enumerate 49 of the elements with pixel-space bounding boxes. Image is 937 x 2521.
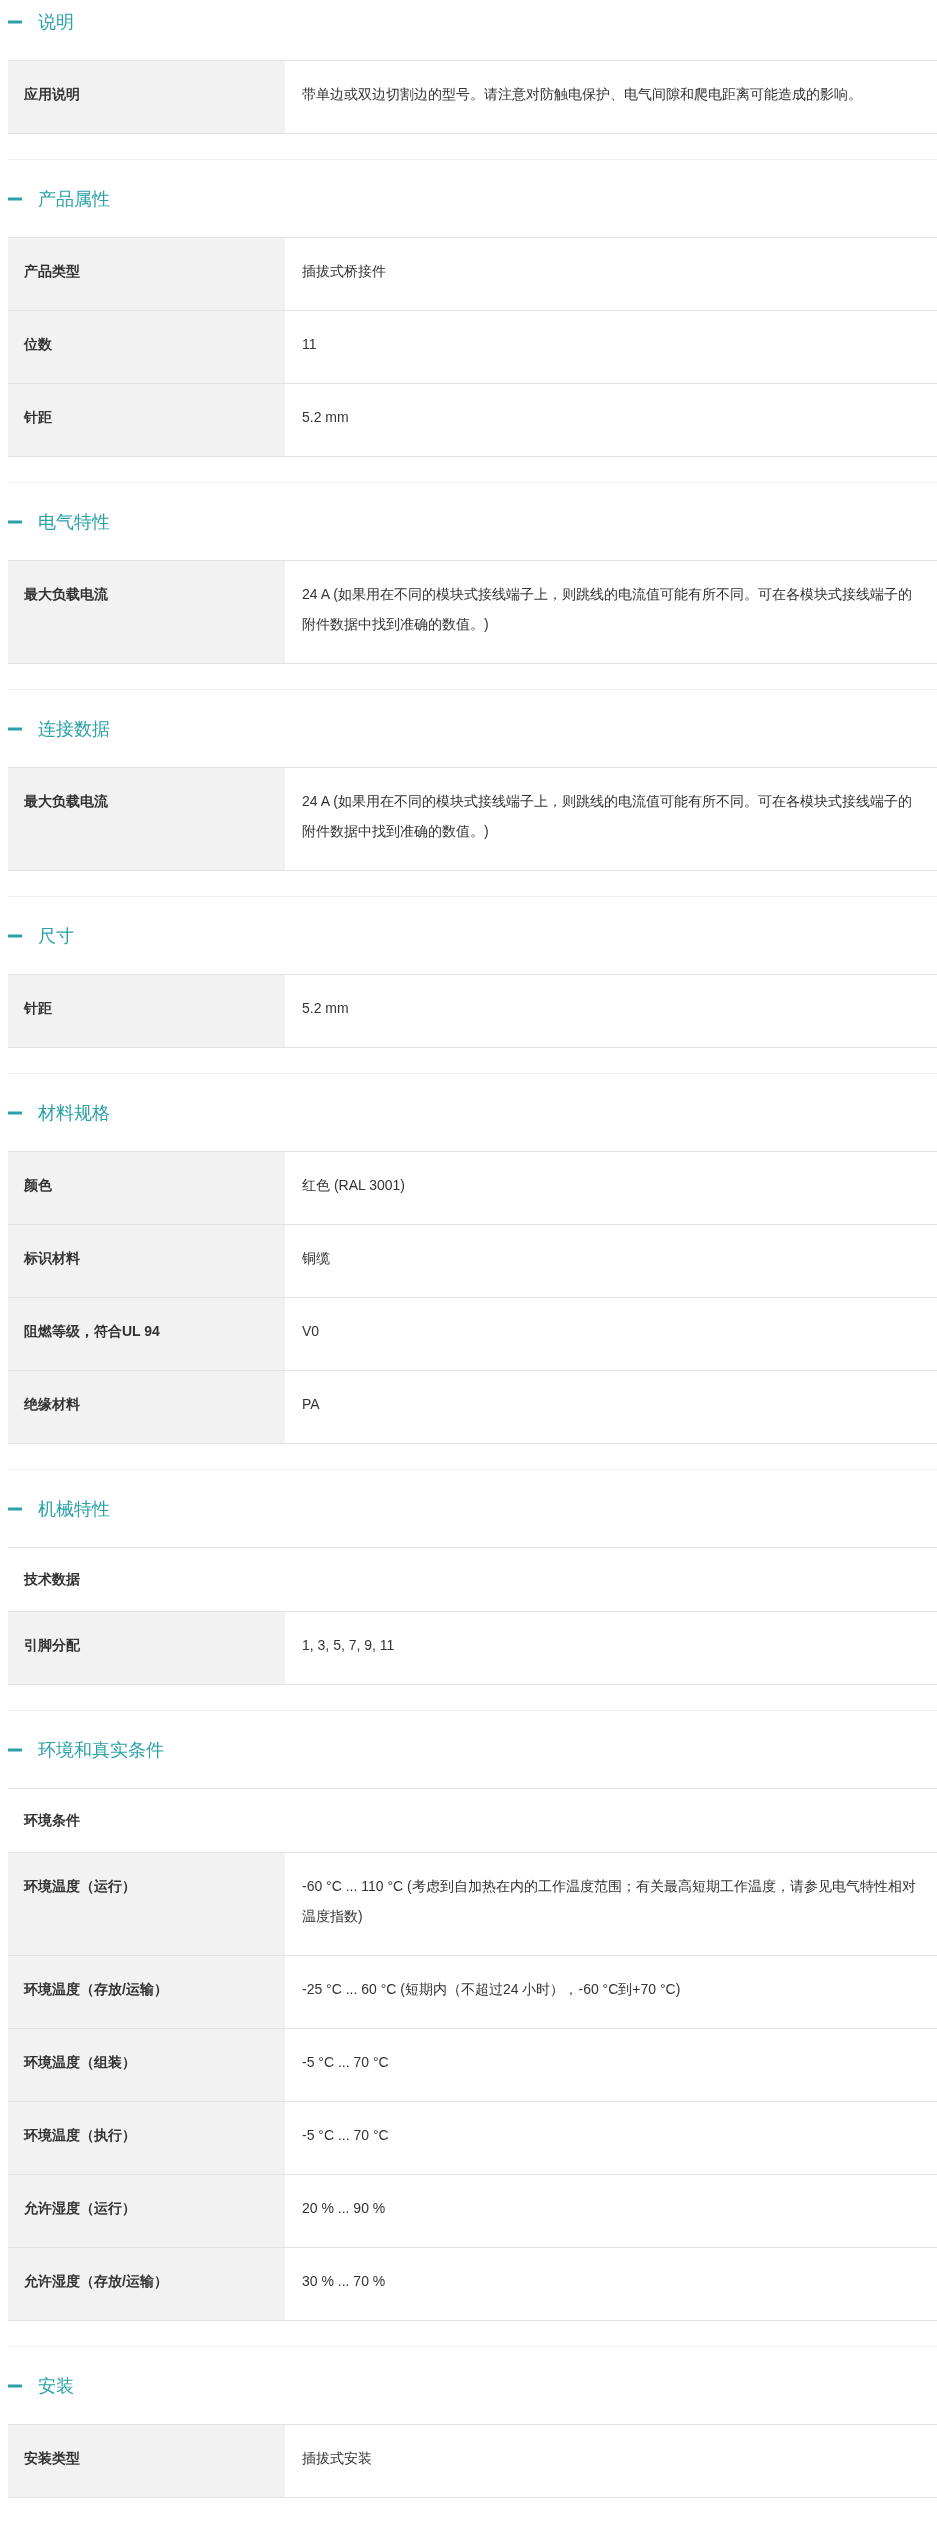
property-label: 位数 (8, 311, 285, 383)
section-toggle[interactable]: 电气特性 (8, 510, 110, 534)
property-value: 1, 3, 5, 7, 9, 11 (301, 1636, 396, 1655)
property-value: 插拔式桥接件 (301, 262, 387, 281)
property-value: 红色 (RAL 3001) (301, 1176, 406, 1195)
property-label: 针距 (8, 975, 285, 1047)
section-toggle[interactable]: 产品属性 (8, 187, 110, 211)
property-label: 环境温度（组装） (8, 2029, 285, 2101)
section-toggle[interactable]: 机械特性 (8, 1497, 110, 1521)
property-value: 5.2 mm (301, 408, 350, 427)
property-value: 20 % ... 90 % (301, 2199, 387, 2218)
property-value: -5 °C ... 70 °C (301, 2053, 390, 2072)
property-value: -5 °C ... 70 °C (301, 2126, 390, 2145)
property-label: 标识材料 (8, 1225, 285, 1297)
section-toggle[interactable]: 环境和真实条件 (8, 1738, 164, 1762)
property-label: 针距 (8, 384, 285, 456)
group-heading: 技术数据 (22, 1570, 81, 1589)
property-value: 铜缆 (301, 1249, 331, 1268)
section-toggle[interactable]: 尺寸 (8, 924, 74, 948)
property-label: 允许湿度（运行） (8, 2175, 285, 2247)
property-label: 允许湿度（存放/运输） (8, 2248, 285, 2320)
property-label: 引脚分配 (8, 1612, 285, 1684)
property-label: 环境温度（运行） (8, 1853, 285, 1955)
property-value: -60 °C ... 110 °C (考虑到自加热在内的工作温度范围；有关最高短期工作温度，请参见电气特性相对温度指数) (301, 1877, 917, 1926)
property-value: 30 % ... 70 % (301, 2272, 387, 2291)
property-label: 安装类型 (8, 2425, 285, 2497)
property-value: 11 (301, 335, 318, 354)
property-value: 24 A (如果用在不同的模块式接线端子上，则跳线的电流值可能有所不同。可在各模块式接线端子的附件数据中找到准确的数值。) (301, 585, 913, 634)
property-label: 环境温度（执行） (8, 2102, 285, 2174)
section-toggle[interactable]: 安装 (8, 2374, 74, 2398)
property-value: 5.2 mm (301, 999, 350, 1018)
property-label: 应用说明 (8, 61, 285, 133)
property-label: 阻燃等级，符合UL 94 (8, 1298, 285, 1370)
property-value: -25 °C ... 60 °C (短期内（不超过24 小时），-60 °C到+70 °C) (301, 1980, 682, 1999)
property-value: 24 A (如果用在不同的模块式接线端子上，则跳线的电流值可能有所不同。可在各模块式接线端子的附件数据中找到准确的数值。) (301, 792, 913, 841)
property-value: PA (301, 1395, 321, 1414)
group-heading: 环境条件 (22, 1811, 81, 1830)
property-label: 最大负载电流 (8, 561, 285, 663)
section-toggle[interactable]: 说明 (8, 10, 74, 34)
section-toggle[interactable]: 连接数据 (8, 717, 110, 741)
property-label: 产品类型 (8, 238, 285, 310)
property-label: 绝缘材料 (8, 1371, 285, 1443)
property-label: 最大负载电流 (8, 768, 285, 870)
property-label: 环境温度（存放/运输） (8, 1956, 285, 2028)
property-label: 颜色 (8, 1152, 285, 1224)
section-toggle[interactable]: 材料规格 (8, 1101, 110, 1125)
property-value: 带单边或双边切割边的型号。请注意对防触电保护、电气间隙和爬电距离可能造成的影响。 (301, 85, 863, 104)
property-value: 插拔式安装 (301, 2449, 373, 2468)
property-value: V0 (301, 1322, 321, 1341)
